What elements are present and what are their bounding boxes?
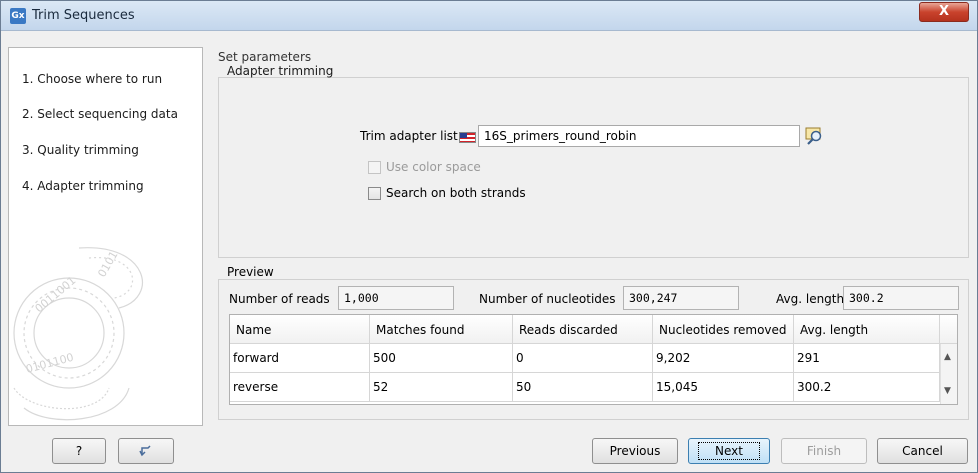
step-adapter-trimming: 4. Adapter trimming [22,179,144,193]
close-button[interactable]: X [919,2,969,22]
table-cell-matches[interactable]: 52 [370,373,513,402]
number-of-reads-value: 1,000 [338,286,454,310]
previous-button[interactable]: Previous [592,438,678,464]
use-color-space-label: Use color space [386,160,481,174]
scroll-up-icon[interactable]: ▲ [944,352,951,362]
table-cell-name[interactable]: forward [230,344,370,373]
avg-length-label: Avg. length [776,292,845,306]
column-header-avg-length[interactable]: Avg. length [794,315,940,344]
reset-arrow-icon [139,445,151,457]
number-of-nucleotides-label: Number of nucleotides [479,292,616,306]
wizard-steps-sidebar: 1. Choose where to run 2. Select sequenc… [8,47,203,426]
next-button-label: Next [698,442,760,460]
set-parameters-header: Set parameters [218,50,312,64]
browse-adapter-list-icon[interactable] [804,125,826,147]
trim-adapter-list-field[interactable]: 16S_primers_round_robin [478,125,800,147]
step-select-sequencing-data: 2. Select sequencing data [22,107,178,121]
preview-table: Name Matches found Reads discarded Nucle… [229,314,958,405]
use-color-space-checkbox[interactable] [368,161,381,174]
cancel-button[interactable]: Cancel [877,438,968,464]
column-header-name[interactable]: Name [230,315,370,344]
scroll-down-icon[interactable]: ▼ [944,386,951,396]
reset-button[interactable] [118,438,174,464]
table-cell-avg-length[interactable]: 291 [794,344,940,373]
decorative-dna-spiral-graphic: 0011001 0101 0101100 [13,247,143,421]
column-header-nucleotides-removed[interactable]: Nucleotides removed [653,315,794,344]
column-header-filler [940,315,957,344]
help-button-label: ? [75,444,83,458]
step-choose-where-to-run: 1. Choose where to run [22,72,163,86]
next-button[interactable]: Next [688,438,770,464]
trim-adapter-list-label: Trim adapter list [360,129,458,143]
adapter-list-flag-icon [459,132,476,143]
number-of-nucleotides-value: 300,247 [623,286,739,310]
step-quality-trimming: 3. Quality trimming [22,143,139,157]
app-icon: Gx [10,8,26,24]
table-cell-avg-length[interactable]: 300.2 [794,373,940,402]
help-button[interactable]: ? [52,438,106,464]
table-cell-nucleotides-removed[interactable]: 15,045 [653,373,794,402]
number-of-reads-label: Number of reads [229,292,330,306]
adapter-trimming-group [218,77,969,258]
svg-text:0101: 0101 [95,249,120,280]
avg-length-value: 300.2 [843,286,959,310]
column-header-reads-discarded[interactable]: Reads discarded [513,315,653,344]
table-scrollbar[interactable]: ▲ ▼ [940,344,957,404]
finish-button[interactable]: Finish [781,438,867,464]
table-cell-name[interactable]: reverse [230,373,370,402]
table-cell-reads-discarded[interactable]: 50 [513,373,653,402]
search-both-strands-label: Search on both strands [386,186,526,200]
table-cell-matches[interactable]: 500 [370,344,513,373]
table-cell-nucleotides-removed[interactable]: 9,202 [653,344,794,373]
column-header-matches-found[interactable]: Matches found [370,315,513,344]
table-cell-reads-discarded[interactable]: 0 [513,344,653,373]
title-bar: Gx Trim Sequences X [1,1,977,31]
window-title: Trim Sequences [32,8,135,23]
adapter-trimming-group-label: Adapter trimming [227,64,334,78]
preview-group-label: Preview [227,265,274,279]
search-both-strands-checkbox[interactable] [368,187,381,200]
svg-text:0101100: 0101100 [24,351,75,376]
trim-sequences-dialog: Gx Trim Sequences X 1. Choose where to r… [0,0,978,473]
